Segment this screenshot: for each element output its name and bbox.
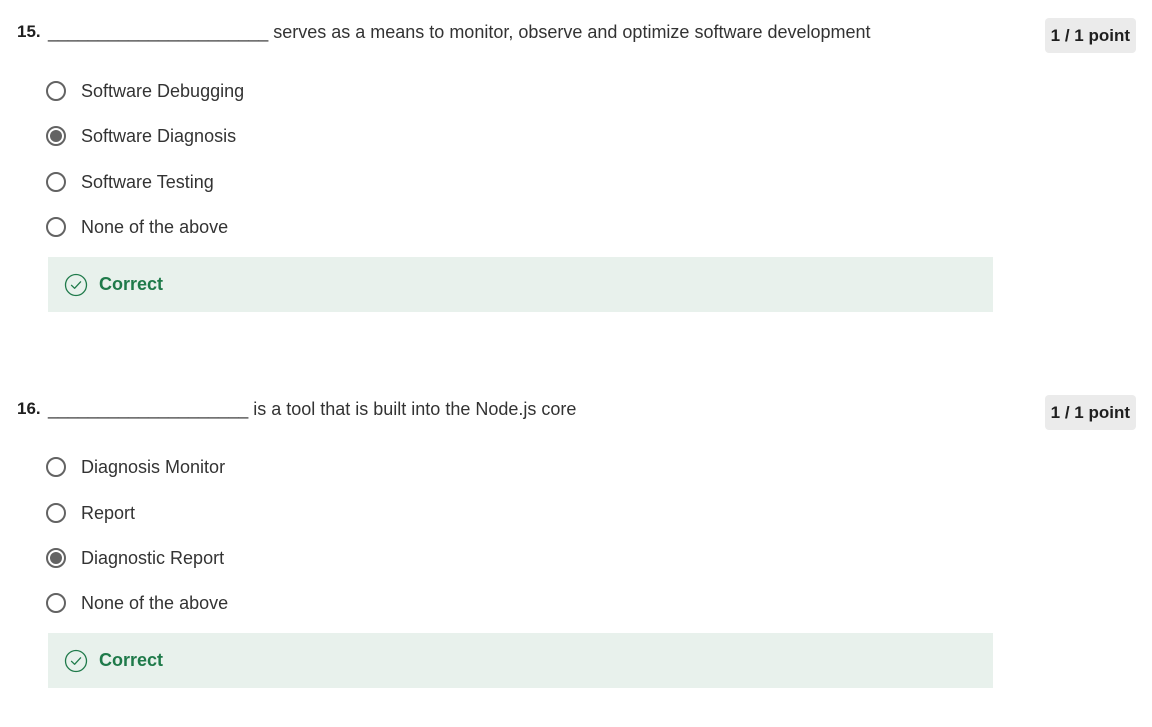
option-software-debugging[interactable]: Software Debugging [46, 77, 244, 105]
option-software-testing[interactable]: Software Testing [46, 168, 214, 196]
option-none-of-the-above[interactable]: None of the above [46, 213, 228, 241]
option-diagnosis-monitor[interactable]: Diagnosis Monitor [46, 453, 225, 481]
check-circle-icon [64, 273, 88, 296]
option-diagnostic-report[interactable]: Diagnostic Report [46, 544, 224, 572]
question-text: ____________________ is a tool that is b… [48, 399, 577, 419]
option-label: Diagnosis Monitor [81, 456, 226, 477]
feedback-label: Correct [99, 650, 164, 670]
points-badge: 1 / 1 point [1044, 395, 1136, 430]
option-software-diagnosis[interactable]: Software Diagnosis [46, 122, 236, 150]
radio-button[interactable] [46, 81, 66, 101]
option-label: Software Debugging [81, 80, 245, 101]
option-label: None of the above [81, 216, 229, 237]
option-none-of-the-above[interactable]: None of the above [46, 589, 228, 617]
radio-button[interactable] [46, 217, 66, 237]
feedback-correct: Correct [48, 257, 993, 312]
question-number: 16. [17, 399, 41, 418]
question-text: ______________________ serves as a means… [48, 22, 871, 42]
radio-button-selected[interactable] [46, 126, 66, 146]
option-label: None of the above [81, 592, 229, 613]
option-label: Software Testing [81, 171, 214, 192]
radio-button-selected[interactable] [46, 548, 66, 568]
check-circle-icon [64, 649, 88, 672]
radio-button[interactable] [46, 593, 66, 613]
radio-button[interactable] [46, 503, 66, 523]
option-label: Diagnostic Report [81, 547, 225, 568]
question-number: 15. [17, 22, 41, 41]
points-badge: 1 / 1 point [1044, 18, 1136, 53]
option-label: Report [81, 502, 136, 523]
feedback-correct: Correct [48, 633, 993, 688]
option-label: Software Diagnosis [81, 125, 237, 146]
radio-button[interactable] [46, 457, 66, 477]
feedback-label: Correct [99, 274, 164, 294]
option-report[interactable]: Report [46, 499, 135, 527]
radio-button[interactable] [46, 172, 66, 192]
